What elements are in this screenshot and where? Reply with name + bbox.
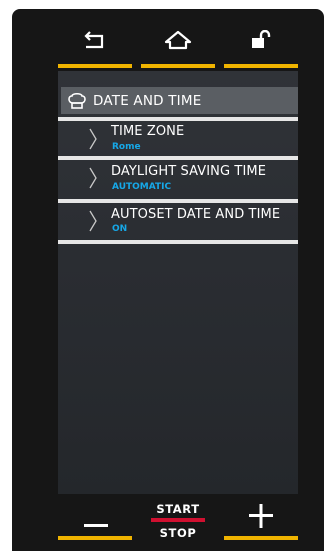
chef-hat-icon <box>67 92 87 110</box>
chevron-right-icon <box>88 167 98 193</box>
unlocked-padlock-icon <box>249 29 273 54</box>
stop-label: STOP <box>159 526 197 540</box>
plus-button-underline <box>224 536 298 540</box>
home-button[interactable] <box>141 24 215 68</box>
plus-button[interactable] <box>224 500 298 544</box>
home-button-underline <box>141 64 215 68</box>
menu-item-value: ON <box>112 224 128 234</box>
menu-item-value: AUTOMATIC <box>112 182 172 192</box>
menu-item-label: TIME ZONE <box>111 124 185 139</box>
menu-item-daylight-saving-time[interactable]: DAYLIGHT SAVING TIME AUTOMATIC <box>58 160 298 198</box>
minus-icon <box>84 513 108 532</box>
menu-item-autoset-date-and-time[interactable]: AUTOSET DATE AND TIME ON <box>58 203 298 240</box>
menu-item-value: Rome <box>112 142 141 152</box>
minus-button-underline <box>58 536 132 540</box>
menu-item-label: DAYLIGHT SAVING TIME <box>111 164 267 179</box>
menu-item-label: AUTOSET DATE AND TIME <box>111 207 281 222</box>
back-button[interactable] <box>58 24 132 68</box>
page-title: DATE AND TIME <box>93 92 202 109</box>
chevron-right-icon <box>88 128 98 154</box>
minus-button[interactable] <box>58 500 132 544</box>
chevron-right-icon <box>88 210 98 236</box>
menu-item-time-zone[interactable]: TIME ZONE Rome <box>58 121 298 156</box>
start-stop-button[interactable]: START STOP <box>148 500 208 544</box>
back-arrow-icon <box>82 30 108 54</box>
start-label: START <box>156 502 200 516</box>
menu-header: DATE AND TIME <box>61 87 298 114</box>
home-icon <box>163 30 193 54</box>
lock-button[interactable] <box>224 24 298 68</box>
plus-icon <box>249 504 273 532</box>
back-button-underline <box>58 64 132 68</box>
separator <box>58 240 298 244</box>
start-stop-divider <box>151 518 205 522</box>
lock-button-underline <box>224 64 298 68</box>
